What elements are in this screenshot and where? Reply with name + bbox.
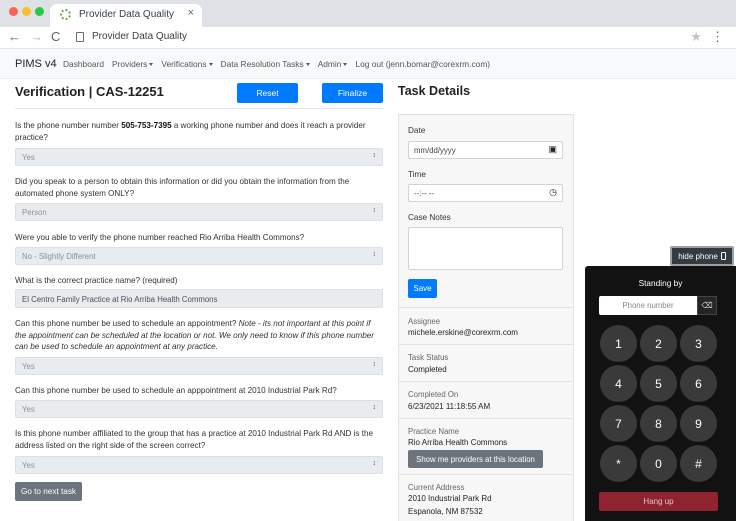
app-navbar: PIMS v4 Dashboard Providers Verification… xyxy=(0,49,736,79)
forward-arrow-icon[interactable]: → xyxy=(30,30,43,43)
browser-tab[interactable]: Provider Data Quality × xyxy=(50,4,202,27)
answer-select-2[interactable]: Person xyxy=(15,203,383,221)
star-icon[interactable]: ★ xyxy=(690,29,702,45)
page-icon xyxy=(76,32,84,42)
phone-number-input[interactable]: Phone number xyxy=(599,296,697,315)
dial-key-0[interactable]: 0 xyxy=(640,445,677,482)
question-3: Were you able to verify the phone number… xyxy=(15,233,305,242)
current-address-label: Current Address xyxy=(408,483,465,492)
nav-dashboard[interactable]: Dashboard xyxy=(63,59,104,69)
reset-button[interactable]: Reset xyxy=(237,83,298,103)
kebab-menu-icon[interactable]: ⋮ xyxy=(711,29,724,45)
question-6: Can this phone number be used to schedul… xyxy=(15,386,337,395)
task-details-title: Task Details xyxy=(398,84,471,98)
dial-key-9[interactable]: 9 xyxy=(680,405,717,442)
nav-links: Dashboard Providers Verifications Data R… xyxy=(63,59,498,69)
address-bar: ← → C Provider Data Quality ★ ⋮ xyxy=(0,27,736,49)
practice-name-value: Rio Arriba Health Commons xyxy=(408,438,508,447)
case-notes-label: Case Notes xyxy=(408,213,451,222)
assignee-value: michele.erskine@corexrm.com xyxy=(408,328,518,337)
tab-close-icon[interactable]: × xyxy=(188,8,194,19)
phone-icon xyxy=(720,252,726,260)
address-line-2: Espanola, NM 87532 xyxy=(408,507,483,516)
practice-name-label: Practice Name xyxy=(408,427,460,436)
completed-on-label: Completed On xyxy=(408,390,459,399)
nav-logout[interactable]: Log out (jenn.bomar@corexrm.com) xyxy=(355,59,490,69)
time-label: Time xyxy=(408,170,426,179)
dial-key-hash[interactable]: # xyxy=(680,445,717,482)
dial-key-1[interactable]: 1 xyxy=(600,325,637,362)
divider xyxy=(15,108,383,109)
dial-key-3[interactable]: 3 xyxy=(680,325,717,362)
question-5: Can this phone number be used to schedul… xyxy=(15,319,374,352)
dial-key-6[interactable]: 6 xyxy=(680,365,717,402)
completed-on-value: 6/23/2021 11:18:55 AM xyxy=(408,402,491,411)
separator xyxy=(398,307,574,308)
dial-key-4[interactable]: 4 xyxy=(600,365,637,402)
answer-select-3[interactable]: No - Slightly Different xyxy=(15,247,383,265)
close-window-button[interactable] xyxy=(9,7,18,16)
calendar-icon[interactable]: ▣ xyxy=(548,145,557,154)
favicon-icon xyxy=(60,9,71,20)
hang-up-button[interactable]: Hang up xyxy=(599,492,718,511)
browser-tab-bar: Provider Data Quality × xyxy=(0,0,736,27)
hide-phone-button[interactable]: hide phone xyxy=(670,246,734,266)
nav-providers[interactable]: Providers xyxy=(112,59,153,69)
url-field[interactable]: Provider Data Quality xyxy=(92,31,187,42)
minimize-window-button[interactable] xyxy=(22,7,31,16)
backspace-icon[interactable]: ⌫ xyxy=(697,296,717,315)
address-line-1: 2010 Industrial Park Rd xyxy=(408,494,492,503)
save-button[interactable]: Save xyxy=(408,279,437,298)
question-4: What is the correct practice name? (requ… xyxy=(15,276,178,285)
separator xyxy=(398,381,574,382)
question-1: Is the phone number number 505-753-7395 … xyxy=(15,121,366,142)
finalize-button[interactable]: Finalize xyxy=(322,83,383,103)
dial-key-5[interactable]: 5 xyxy=(640,365,677,402)
clock-icon[interactable]: ◷ xyxy=(549,188,557,197)
case-notes-textarea[interactable] xyxy=(408,227,563,270)
task-status-label: Task Status xyxy=(408,353,449,362)
time-input[interactable]: --:-- -- ◷ xyxy=(408,184,563,202)
dialer-status: Standing by xyxy=(638,278,683,288)
dial-key-8[interactable]: 8 xyxy=(640,405,677,442)
tab-title: Provider Data Quality xyxy=(79,9,175,20)
dial-key-2[interactable]: 2 xyxy=(640,325,677,362)
back-arrow-icon[interactable]: ← xyxy=(8,30,21,43)
answer-select-1[interactable]: Yes xyxy=(15,148,383,166)
answer-select-7[interactable]: Yes xyxy=(15,456,383,474)
date-input[interactable]: mm/dd/yyyy ▣ xyxy=(408,141,563,159)
answer-select-5[interactable]: Yes xyxy=(15,357,383,375)
nav-data-resolution-tasks[interactable]: Data Resolution Tasks xyxy=(221,59,310,69)
dial-key-star[interactable]: * xyxy=(600,445,637,482)
reload-icon[interactable]: C xyxy=(51,30,60,43)
page-title: Verification | CAS-12251 xyxy=(15,84,164,99)
question-7: Is this phone number affiliated to the g… xyxy=(15,429,373,450)
separator xyxy=(398,344,574,345)
brand[interactable]: PIMS v4 xyxy=(15,58,57,70)
maximize-window-button[interactable] xyxy=(35,7,44,16)
nav-verifications[interactable]: Verifications xyxy=(161,59,212,69)
task-status-value: Completed xyxy=(408,365,447,374)
nav-admin[interactable]: Admin xyxy=(318,59,348,69)
assignee-label: Assignee xyxy=(408,317,441,326)
date-label: Date xyxy=(408,126,426,135)
dial-key-7[interactable]: 7 xyxy=(600,405,637,442)
question-2: Did you speak to a person to obtain this… xyxy=(15,177,350,198)
show-providers-button[interactable]: Show me providers at this location xyxy=(408,450,543,468)
practice-name-input[interactable]: El Centro Family Practice at Rio Arriba … xyxy=(15,289,383,308)
next-task-button[interactable]: Go to next task xyxy=(15,482,82,501)
separator xyxy=(398,474,574,475)
separator xyxy=(398,418,574,419)
answer-select-6[interactable]: Yes xyxy=(15,400,383,418)
